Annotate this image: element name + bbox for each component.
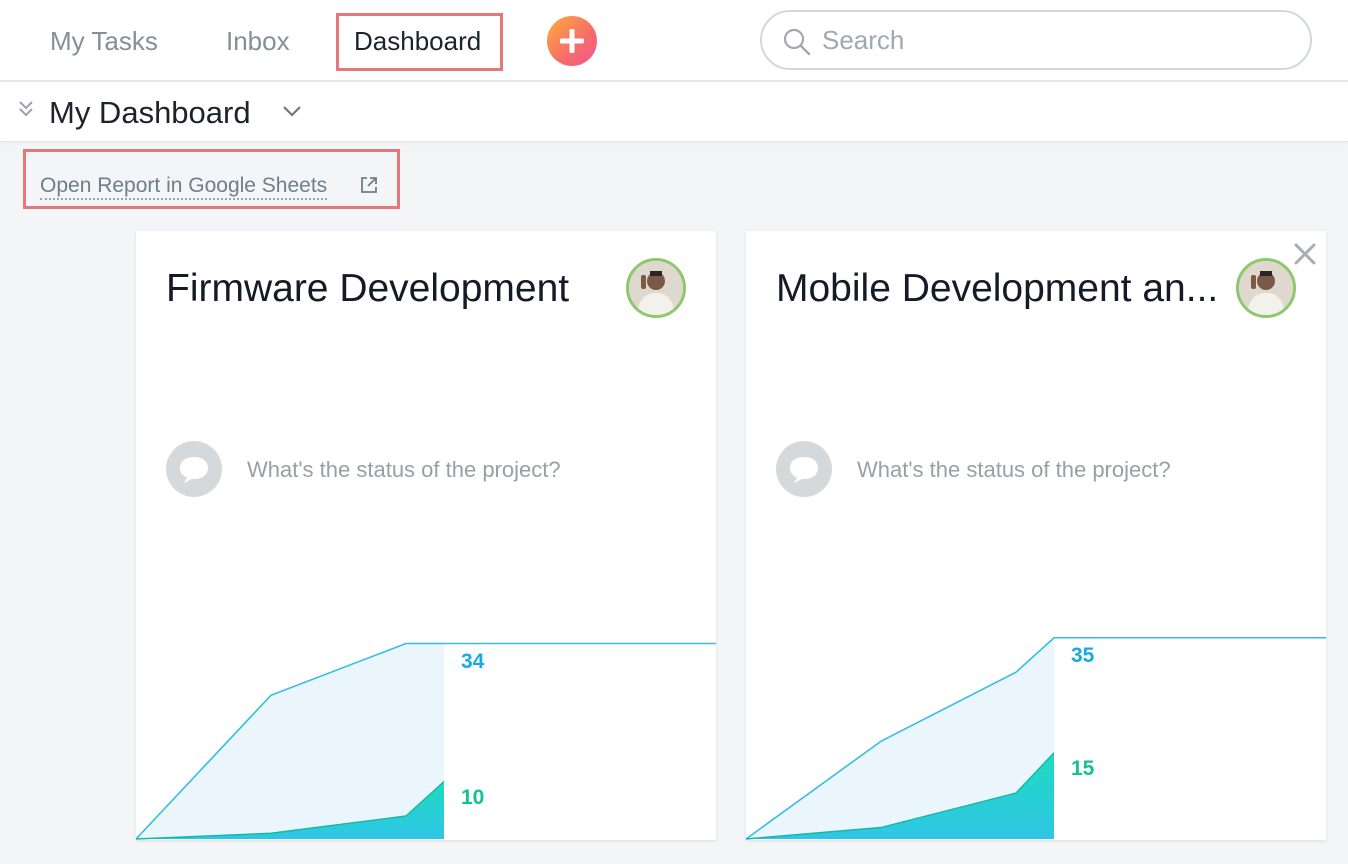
project-title[interactable]: Mobile Development an... — [776, 267, 1218, 311]
status-prompt[interactable]: What's the status of the project? — [247, 457, 561, 483]
comment-icon — [776, 441, 832, 497]
completed-tasks-label: 10 — [461, 785, 485, 809]
status-prompt[interactable]: What's the status of the project? — [857, 457, 1171, 483]
total-tasks-label: 35 — [1071, 643, 1095, 667]
avatar[interactable] — [626, 258, 686, 318]
progress-chart — [136, 642, 716, 840]
quick-add-button[interactable] — [547, 16, 597, 66]
user-photo — [1239, 261, 1293, 315]
top-navigation: My Tasks Inbox Dashboard — [0, 0, 1348, 82]
total-tasks-label: 34 — [461, 649, 485, 673]
project-card[interactable]: Firmware Development What's the status o… — [136, 231, 716, 840]
chevron-down-icon[interactable] — [282, 104, 302, 118]
plus-icon — [560, 29, 584, 53]
avatar[interactable] — [1236, 258, 1296, 318]
page-title: My Dashboard — [49, 95, 251, 130]
open-report-link[interactable]: Open Report in Google Sheets — [40, 174, 328, 200]
tab-inbox[interactable]: Inbox — [226, 26, 290, 56]
tab-dashboard[interactable]: Dashboard — [354, 26, 481, 56]
search-icon — [783, 28, 811, 56]
project-title[interactable]: Firmware Development — [166, 267, 569, 311]
page-header: My Dashboard — [0, 82, 1348, 142]
double-chevron-down-icon[interactable] — [16, 99, 36, 119]
tab-my-tasks[interactable]: My Tasks — [50, 26, 158, 56]
comment-icon — [166, 441, 222, 497]
progress-chart — [746, 636, 1326, 840]
completed-tasks-label: 15 — [1071, 756, 1095, 780]
user-photo — [629, 261, 683, 315]
external-link-icon[interactable] — [359, 175, 379, 195]
total-area — [136, 643, 444, 839]
close-icon[interactable] — [1292, 241, 1318, 267]
project-card[interactable]: Mobile Development an... What's the stat… — [746, 231, 1326, 840]
search-box[interactable] — [760, 10, 1312, 70]
search-input[interactable] — [822, 24, 1292, 56]
